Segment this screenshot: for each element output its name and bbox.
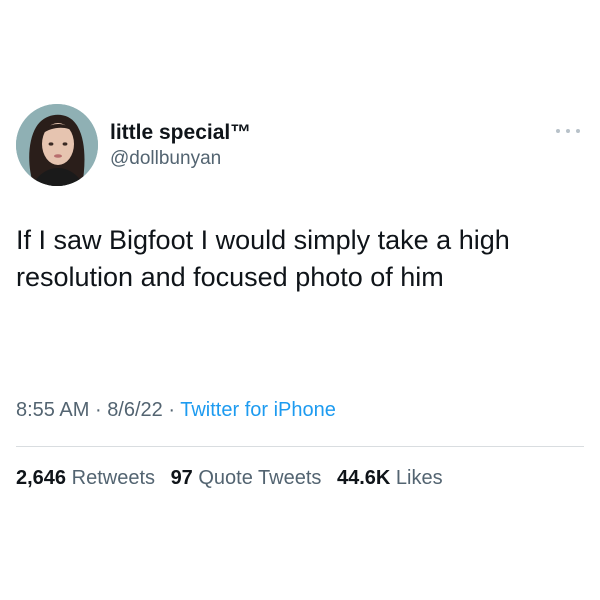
likes-stat[interactable]: 44.6K Likes: [337, 466, 443, 490]
tweet-source-link[interactable]: Twitter for iPhone: [180, 399, 336, 421]
author-names: little special™ @dollbunyan: [110, 120, 251, 171]
avatar-image: [16, 104, 98, 186]
tweet-stats: 2,646 Retweets 97 Quote Tweets 44.6K Lik…: [16, 466, 453, 490]
avatar[interactable]: [16, 104, 98, 186]
meta-separator: ·: [94, 399, 102, 421]
tweet-date[interactable]: 8/6/22: [107, 399, 163, 421]
more-dot: [556, 129, 560, 133]
quote-tweets-stat[interactable]: 97 Quote Tweets: [171, 466, 322, 490]
more-dot: [576, 129, 580, 133]
author-handle[interactable]: @dollbunyan: [110, 147, 251, 171]
tweet-page: little special™ @dollbunyan If I saw Big…: [0, 0, 600, 600]
author-display-name[interactable]: little special™: [110, 120, 251, 146]
tweet-text: If I saw Bigfoot I would simply take a h…: [16, 225, 510, 292]
quote-tweets-label: Quote Tweets: [198, 467, 322, 489]
tweet-time[interactable]: 8:55 AM: [16, 399, 89, 421]
divider: [16, 446, 584, 447]
quote-tweets-count: 97: [170, 467, 193, 489]
more-dot: [566, 129, 570, 133]
tweet-header: little special™ @dollbunyan: [16, 104, 584, 190]
retweets-label: Retweets: [71, 467, 155, 489]
retweets-count: 2,646: [16, 467, 67, 489]
retweets-stat[interactable]: 2,646 Retweets: [16, 466, 155, 490]
more-horizontal-icon[interactable]: [556, 126, 580, 136]
likes-count: 44.6K: [336, 467, 391, 489]
likes-label: Likes: [395, 467, 443, 489]
tweet-meta: 8:55 AM · 8/6/22 · Twitter for iPhone: [16, 398, 336, 422]
meta-separator: ·: [168, 399, 176, 421]
